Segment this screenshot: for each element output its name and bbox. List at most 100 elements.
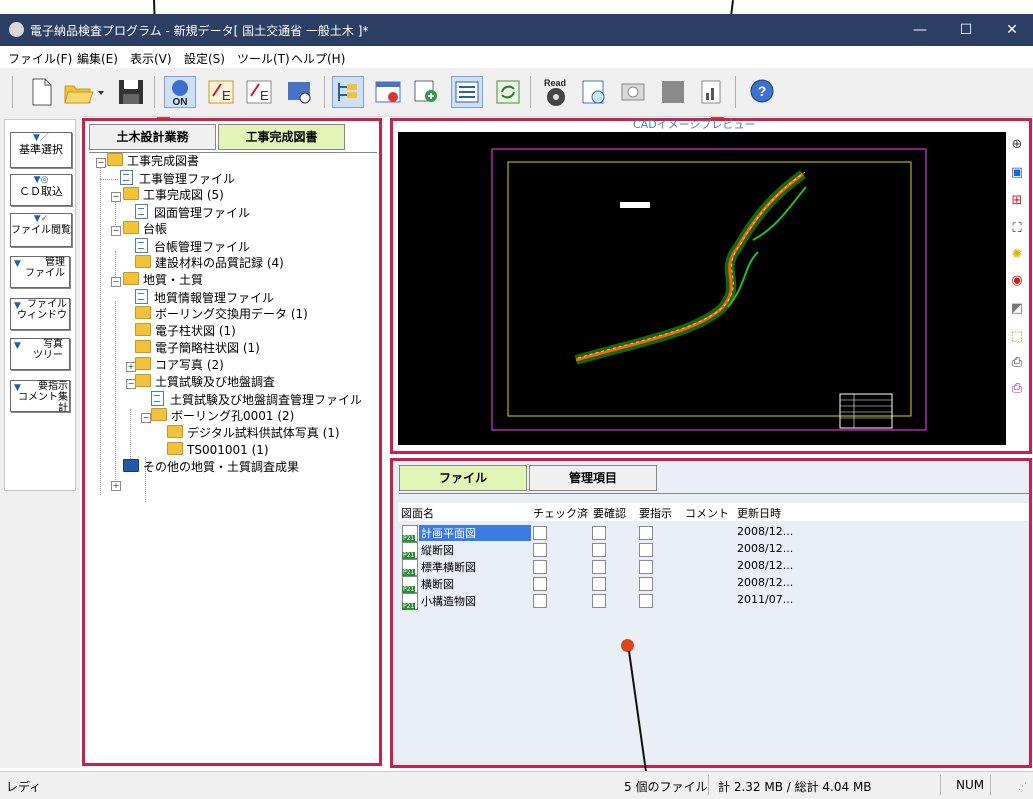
disabled-icon[interactable]: [657, 76, 689, 108]
tab-files[interactable]: ファイル: [399, 465, 527, 491]
manage-file-button[interactable]: ▼ 管理 ファイル: [10, 256, 70, 288]
layer-icon[interactable]: ⬚: [1007, 327, 1027, 347]
comment-summary-button[interactable]: ▼ 要指示 コメント集計: [10, 380, 70, 414]
refresh-icon[interactable]: [492, 76, 524, 108]
window-icon[interactable]: ▣: [1007, 163, 1027, 183]
dropdown-arrow-icon[interactable]: [96, 76, 106, 108]
column-header-instruct[interactable]: 要指示: [639, 505, 672, 521]
collapse-toggle[interactable]: −: [111, 226, 121, 236]
tree-node[interactable]: 工事完成図 (5): [123, 187, 224, 204]
column-header-confirm[interactable]: 要確認: [593, 505, 626, 521]
tree-node[interactable]: 土質試験及び地盤調査: [135, 374, 275, 391]
column-header-checked[interactable]: チェック済: [533, 505, 588, 521]
preview-icon[interactable]: [578, 76, 610, 108]
tree-node[interactable]: 建設材料の品質記録 (4): [135, 255, 284, 272]
tab-completion[interactable]: 工事完成図書: [218, 124, 345, 150]
collapse-toggle[interactable]: −: [111, 192, 121, 202]
collapse-toggle[interactable]: −: [141, 413, 151, 423]
table-row[interactable]: 縦断図 2008/12...: [399, 541, 1029, 559]
open-folder-icon[interactable]: [62, 76, 94, 108]
menu-tools[interactable]: ツール(T): [237, 50, 290, 67]
collapse-toggle[interactable]: −: [96, 158, 106, 168]
standard-select-button[interactable]: ▼／ 基準選択: [10, 132, 72, 168]
confirm-checkbox[interactable]: [592, 543, 606, 557]
tree-node[interactable]: 土質試験及び地盤調査管理ファイル: [151, 391, 362, 408]
tree-node[interactable]: 工事完成図書: [107, 153, 199, 170]
menu-help[interactable]: ヘルプ(H): [291, 50, 345, 67]
tree-node[interactable]: TS001001 (1): [167, 442, 269, 459]
zoom-icon[interactable]: ⊕: [1007, 135, 1027, 155]
tab-management[interactable]: 管理項目: [529, 465, 657, 491]
checked-checkbox[interactable]: [533, 526, 547, 540]
confirm-checkbox[interactable]: [592, 577, 606, 591]
move-icon[interactable]: ⊞: [1007, 191, 1027, 211]
table-row[interactable]: 小構造物図 2011/07...: [399, 592, 1029, 610]
tree-node[interactable]: 電子柱状図 (1): [135, 323, 236, 340]
new-file-icon[interactable]: [25, 76, 57, 108]
checked-checkbox[interactable]: [533, 594, 547, 608]
cad-view-icon[interactable]: [372, 76, 404, 108]
tree-node[interactable]: ボーリング孔0001 (2): [151, 408, 294, 425]
resize-grip-icon[interactable]: ⋰: [1018, 782, 1027, 792]
tree-node[interactable]: 台帳管理ファイル: [135, 238, 250, 255]
list-view-icon[interactable]: [451, 76, 483, 108]
checked-checkbox[interactable]: [533, 560, 547, 574]
checked-checkbox[interactable]: [533, 577, 547, 591]
column-header-comment[interactable]: コメント: [685, 505, 729, 521]
minimize-button[interactable]: —: [897, 14, 943, 46]
tree-node[interactable]: 電子簡略柱状図 (1): [135, 340, 260, 357]
confirm-checkbox[interactable]: [592, 560, 606, 574]
column-header-updated[interactable]: 更新日時: [737, 505, 781, 521]
instruct-checkbox[interactable]: [639, 594, 653, 608]
collapse-toggle[interactable]: −: [111, 277, 121, 287]
menu-edit[interactable]: 編集(E): [77, 50, 118, 67]
table-row[interactable]: 計画平面図 2008/12...: [399, 524, 1029, 542]
print-icon[interactable]: ⎙: [1007, 353, 1027, 373]
tree-node[interactable]: コア写真 (2): [135, 357, 224, 374]
confirm-checkbox[interactable]: [592, 526, 606, 540]
tab-design[interactable]: 土木設計業務: [89, 124, 216, 150]
confirm-checkbox[interactable]: [592, 594, 606, 608]
export-e2-icon[interactable]: E: [243, 76, 275, 108]
report-icon[interactable]: [696, 76, 728, 108]
contrast-icon[interactable]: ◩: [1007, 299, 1027, 319]
color-icon[interactable]: ◉: [1007, 271, 1027, 291]
bulb-icon[interactable]: ✺: [1007, 245, 1027, 265]
read-cd-icon[interactable]: Read: [540, 76, 572, 108]
save-icon[interactable]: [115, 76, 147, 108]
tree-node[interactable]: その他の地質・土質調査成果: [123, 459, 299, 476]
photo-add-icon[interactable]: [410, 76, 442, 108]
instruct-checkbox[interactable]: [639, 560, 653, 574]
search-doc-icon[interactable]: [283, 76, 315, 108]
on-toggle-icon[interactable]: ON: [164, 76, 196, 108]
file-window-button[interactable]: ▼ ファイル ウィンドウ: [10, 298, 70, 330]
expand-toggle[interactable]: +: [111, 481, 121, 491]
export-e1-icon[interactable]: E: [205, 76, 237, 108]
tree-node[interactable]: 図面管理ファイル: [135, 204, 250, 221]
menu-file[interactable]: ファイル(F): [8, 50, 72, 67]
cd-drive-icon[interactable]: [617, 76, 649, 108]
column-header-name[interactable]: 図面名: [401, 505, 434, 521]
tree-node[interactable]: 地質情報管理ファイル: [135, 289, 274, 306]
tree-node[interactable]: デジタル試料供試体写真 (1): [167, 425, 340, 442]
menu-settings[interactable]: 設定(S): [184, 50, 225, 67]
instruct-checkbox[interactable]: [639, 577, 653, 591]
maximize-button[interactable]: ☐: [943, 14, 989, 46]
table-row[interactable]: 横断図 2008/12...: [399, 575, 1029, 593]
instruct-checkbox[interactable]: [639, 526, 653, 540]
tree-node[interactable]: 工事管理ファイル: [120, 170, 235, 187]
table-row[interactable]: 標準横断図 2008/12...: [399, 558, 1029, 576]
print-setup-icon[interactable]: ⎙: [1007, 379, 1027, 399]
tree-view-icon[interactable]: [332, 76, 364, 108]
help-icon[interactable]: ?: [745, 76, 777, 108]
photo-tree-button[interactable]: ▼ 写真 ツリー: [10, 338, 70, 370]
fit-icon[interactable]: ⛶: [1007, 219, 1027, 239]
tree-node[interactable]: 地質・土質: [123, 272, 203, 289]
menu-view[interactable]: 表示(V): [130, 50, 172, 67]
close-button[interactable]: ✕: [989, 14, 1033, 46]
instruct-checkbox[interactable]: [639, 543, 653, 557]
checked-checkbox[interactable]: [533, 543, 547, 557]
tree-node[interactable]: ボーリング交換用データ (1): [135, 306, 308, 323]
cd-import-button[interactable]: ▼◎ ＣＤ取込: [10, 174, 72, 206]
tree-node[interactable]: 台帳: [123, 221, 167, 238]
